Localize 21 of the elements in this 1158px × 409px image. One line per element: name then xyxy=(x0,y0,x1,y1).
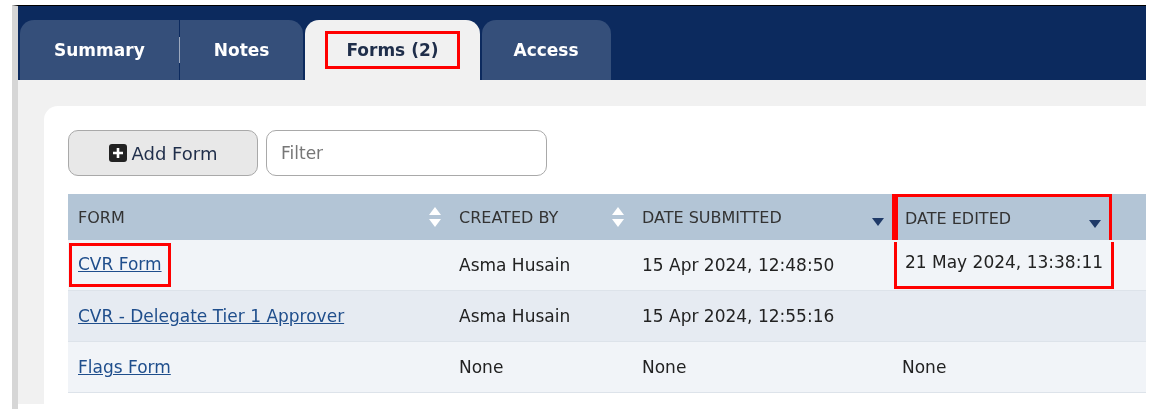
table-cell: 15 Apr 2024, 12:48:50 xyxy=(642,255,835,275)
tab[interactable]: Access xyxy=(481,20,611,80)
form-link[interactable]: Flags Form xyxy=(78,357,171,377)
table-cell: None xyxy=(459,357,504,377)
tab[interactable]: Forms (2) xyxy=(305,20,480,80)
table-cell: 21 May 2024, 13:38:11 xyxy=(894,241,1114,289)
plus-icon xyxy=(108,144,127,162)
table-cell: 15 Apr 2024, 12:55:16 xyxy=(642,306,835,326)
form-link[interactable]: CVR Form xyxy=(78,254,162,274)
tab[interactable]: Notes xyxy=(179,20,304,80)
add-form-button[interactable]: Add Form xyxy=(68,130,258,176)
tab[interactable]: Summary xyxy=(20,20,179,80)
form-link[interactable]: CVR - Delegate Tier 1 Approver xyxy=(78,306,345,326)
filter-field[interactable]: Filter xyxy=(266,130,547,176)
table-cell: None xyxy=(642,357,687,377)
column-header[interactable]: FORM xyxy=(68,194,449,240)
column-header[interactable]: DATE SUBMITTED xyxy=(632,194,892,240)
table-cell: Asma Husain xyxy=(459,306,571,326)
table-cell: Asma Husain xyxy=(459,255,571,275)
column-header[interactable]: CREATED BY xyxy=(449,194,632,240)
table-cell: None xyxy=(902,357,947,377)
